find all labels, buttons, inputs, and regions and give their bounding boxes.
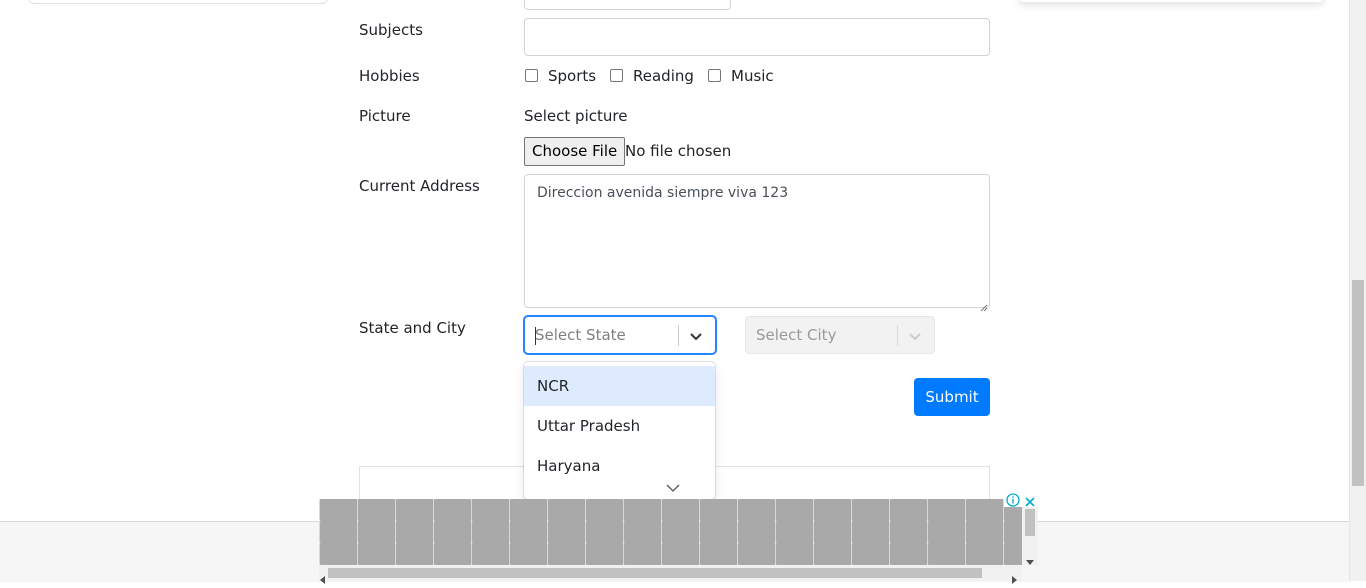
right-ad-shadow — [1018, 0, 1324, 2]
page-scroll-thumb[interactable] — [1352, 280, 1364, 486]
hobby-sports-checkbox[interactable] — [525, 69, 538, 82]
no-file-chosen-text: No file chosen — [625, 142, 732, 160]
ad-banner[interactable] — [319, 499, 1022, 565]
hobby-sports-label[interactable]: Sports — [548, 67, 596, 85]
choose-file-button[interactable]: Choose File — [524, 137, 626, 166]
ad-choices-bar — [1004, 492, 1040, 507]
hobby-music-checkbox[interactable] — [708, 69, 721, 82]
hobby-music-label[interactable]: Music — [731, 67, 774, 85]
ad-scroll-track-vertical — [1022, 507, 1038, 565]
ad-pattern — [319, 499, 1022, 565]
subjects-label: Subjects — [359, 21, 423, 39]
ad-scroll-thumb-vertical[interactable] — [1025, 509, 1035, 536]
subjects-input[interactable] — [524, 18, 990, 56]
ad-scroll-thumb-horizontal[interactable] — [328, 568, 982, 578]
state-option-uttar-pradesh[interactable]: Uttar Pradesh — [524, 406, 715, 446]
state-select-placeholder: Select State — [535, 326, 626, 344]
scroll-right-arrow-icon[interactable] — [1010, 569, 1018, 584]
info-icon[interactable] — [1006, 492, 1020, 507]
chevron-down-icon[interactable] — [688, 329, 704, 343]
chevron-down-icon — [907, 329, 923, 343]
picture-label: Picture — [359, 107, 411, 125]
sidebar-card-bottom — [28, 0, 328, 4]
scroll-down-arrow-icon[interactable] — [1026, 551, 1034, 565]
date-of-birth-input[interactable] — [524, 0, 731, 10]
state-select-separator — [678, 325, 679, 346]
select-picture-hint: Select picture — [524, 107, 628, 125]
ad-scroll-track-horizontal — [319, 565, 1022, 584]
state-city-label: State and City — [359, 319, 466, 337]
state-option-haryana[interactable]: Haryana — [524, 446, 715, 486]
page-scrollbar[interactable] — [1349, 0, 1366, 581]
current-address-label: Current Address — [359, 177, 480, 195]
resize-grip-icon[interactable] — [980, 297, 988, 312]
state-options-menu[interactable]: NCR Uttar Pradesh Haryana — [524, 362, 715, 499]
hobby-reading-checkbox[interactable] — [610, 69, 623, 82]
city-select-separator — [897, 325, 898, 346]
close-icon[interactable] — [1024, 493, 1036, 507]
state-option-ncr[interactable]: NCR — [524, 366, 715, 406]
current-address-textarea[interactable] — [524, 174, 990, 308]
chevron-down-icon — [666, 478, 680, 492]
hobbies-label: Hobbies — [359, 67, 420, 85]
city-select-placeholder: Select City — [756, 326, 837, 344]
scroll-left-arrow-icon[interactable] — [319, 569, 327, 584]
state-select[interactable]: Select State — [524, 316, 716, 354]
hobby-reading-label[interactable]: Reading — [633, 67, 694, 85]
submit-button[interactable]: Submit — [914, 378, 990, 416]
city-select[interactable]: Select City — [745, 316, 935, 354]
